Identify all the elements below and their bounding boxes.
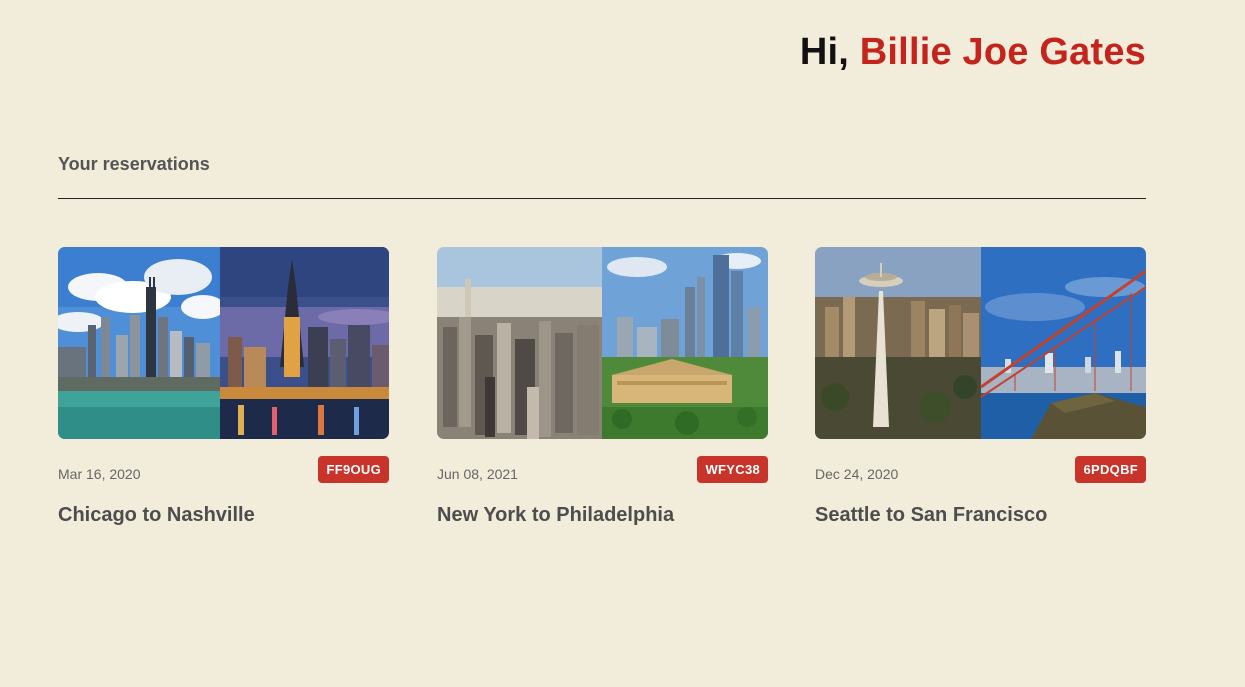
reservation-meta: Mar 16, 2020 FF9OUG [58, 456, 389, 494]
reservation-card[interactable]: Jun 08, 2021 WFYC38 New York to Philadel… [437, 247, 768, 527]
seattle-space-needle-photo [815, 247, 981, 439]
nashville-skyline-photo [220, 247, 389, 439]
reservation-image[interactable] [58, 247, 389, 439]
reservation-date: Jun 08, 2021 [437, 466, 518, 482]
reservation-card[interactable]: Mar 16, 2020 FF9OUG Chicago to Nashville [58, 247, 389, 527]
confirmation-code-badge: FF9OUG [318, 456, 389, 483]
greeting-prefix: Hi, [799, 31, 860, 73]
chicago-skyline-photo [58, 247, 225, 439]
reservation-image[interactable] [437, 247, 768, 439]
reservation-date: Mar 16, 2020 [58, 466, 141, 482]
san-francisco-golden-gate-photo [980, 247, 1146, 439]
reservation-meta: Dec 24, 2020 6PDQBF [815, 456, 1146, 494]
reservation-image[interactable] [815, 247, 1146, 439]
user-name: Billie Joe Gates [859, 31, 1146, 73]
confirmation-code-badge: 6PDQBF [1075, 456, 1146, 483]
greeting: Hi, Billie Joe Gates [800, 31, 1146, 74]
reservation-date: Dec 24, 2020 [815, 466, 899, 482]
section-divider [58, 198, 1146, 199]
reservation-route-title[interactable]: New York to Philadelphia [437, 504, 768, 527]
reservation-route-title[interactable]: Seattle to San Francisco [815, 504, 1146, 527]
philadelphia-skyline-photo [602, 247, 768, 439]
reservation-card[interactable]: Dec 24, 2020 6PDQBF Seattle to San Franc… [815, 247, 1146, 527]
reservation-route-title[interactable]: Chicago to Nashville [58, 504, 389, 527]
new-york-skyline-photo [437, 247, 602, 439]
reservation-meta: Jun 08, 2021 WFYC38 [437, 456, 768, 494]
confirmation-code-badge: WFYC38 [697, 456, 768, 483]
reservations-page: Hi, Billie Joe Gates Your reservations M… [0, 0, 1245, 687]
section-title: Your reservations [58, 154, 210, 174]
